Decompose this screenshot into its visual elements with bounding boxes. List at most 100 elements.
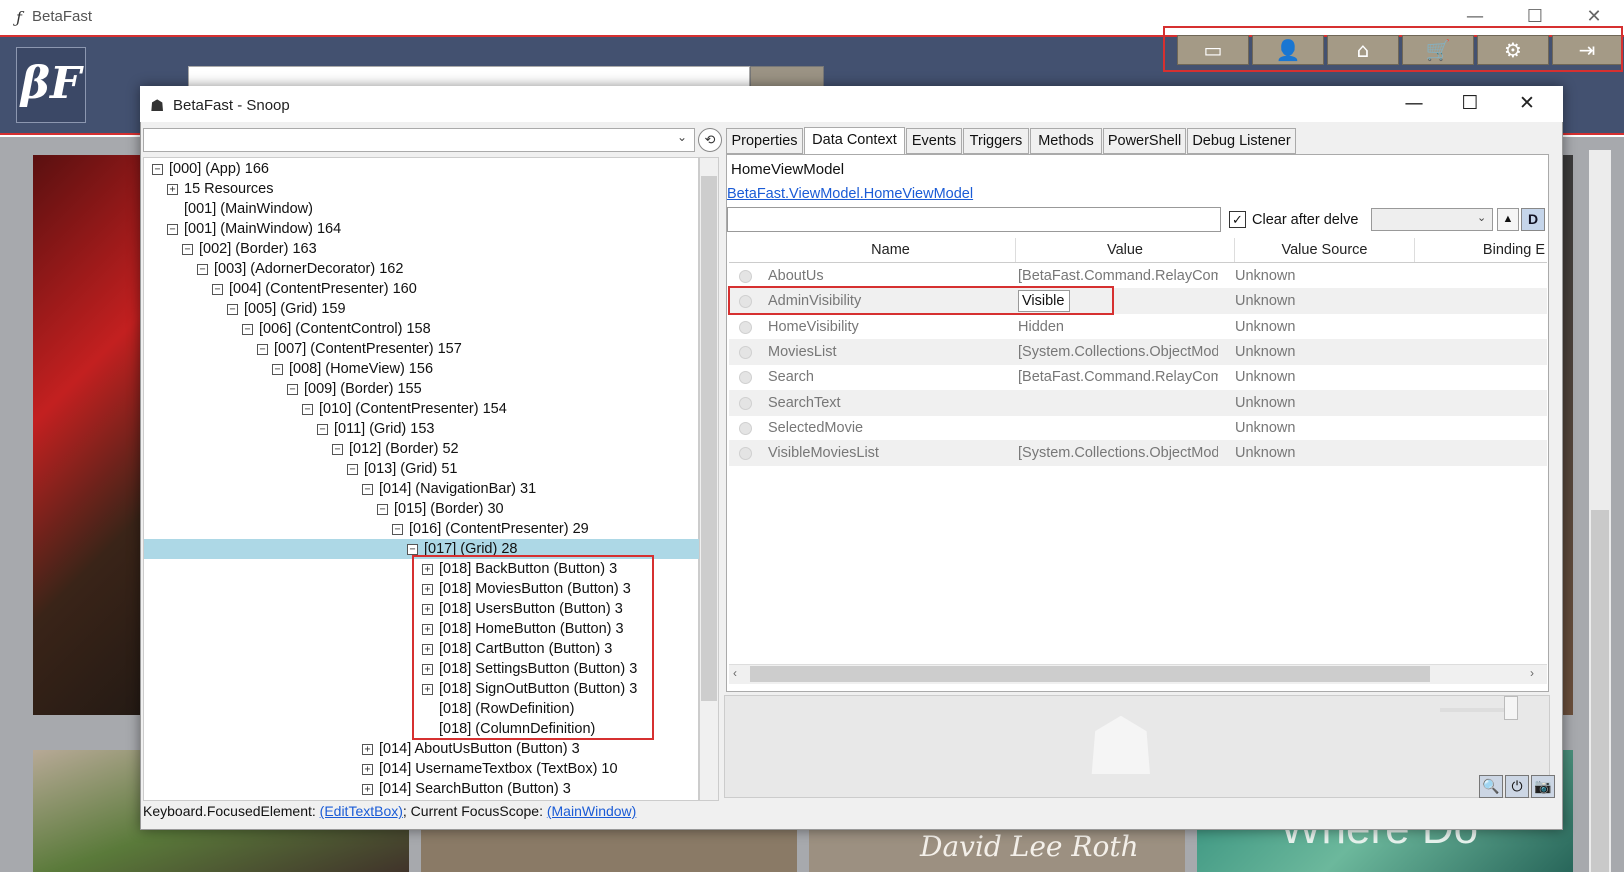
scroll-left-icon[interactable]: ‹ — [733, 666, 737, 680]
delve-dot-icon[interactable] — [739, 447, 752, 460]
delve-dot-icon[interactable] — [739, 270, 752, 283]
scroll-right-icon[interactable]: › — [1530, 666, 1534, 680]
minimize-button[interactable]: — — [1462, 6, 1488, 28]
tree-row[interactable]: − [006] (ContentControl) 158 — [242, 319, 431, 339]
magnify-icon[interactable]: 🔍 — [1479, 775, 1503, 798]
property-value[interactable]: Hidden — [1018, 314, 1218, 340]
expand-icon[interactable]: + — [362, 764, 373, 775]
collapse-icon[interactable]: − — [332, 444, 343, 455]
property-value[interactable]: [System.Collections.ObjectMod — [1018, 440, 1218, 466]
property-row[interactable]: SelectedMovie Unknown — [729, 415, 1547, 441]
close-button[interactable]: ✕ — [1581, 6, 1607, 28]
delve-dot-icon[interactable] — [739, 371, 752, 384]
camera-icon[interactable]: 📷 — [1531, 775, 1555, 798]
featured-poster[interactable] — [33, 155, 143, 715]
tab-events[interactable]: Events — [906, 128, 962, 154]
tree-row[interactable]: − [004] (ContentPresenter) 160 — [212, 279, 417, 299]
up-icon[interactable]: ▲ — [1497, 208, 1519, 231]
delve-dot-icon[interactable] — [739, 422, 752, 435]
tree-row[interactable]: − [001] (MainWindow) 164 — [167, 219, 341, 239]
collapse-icon[interactable]: − — [407, 544, 418, 555]
level-select[interactable] — [1371, 208, 1493, 231]
collapse-icon[interactable]: − — [227, 304, 238, 315]
tab-methods[interactable]: Methods — [1030, 128, 1102, 154]
property-row[interactable]: HomeVisibility Hidden Unknown — [729, 314, 1547, 340]
tree-row[interactable]: + [014] AboutUsButton (Button) 3 — [362, 739, 580, 759]
expand-icon[interactable]: + — [362, 784, 373, 795]
zoom-slider-thumb[interactable] — [1504, 696, 1518, 720]
property-filter-input[interactable] — [727, 207, 1221, 232]
tree-row[interactable]: − [008] (HomeView) 156 — [272, 359, 433, 379]
app-scroll-thumb[interactable] — [1591, 510, 1609, 872]
collapse-icon[interactable]: − — [377, 504, 388, 515]
tree-row[interactable]: [001] (MainWindow) — [184, 199, 313, 219]
delve-dot-icon[interactable] — [739, 397, 752, 410]
snoop-close-button[interactable]: ✕ — [1512, 92, 1542, 114]
maximize-button[interactable]: ☐ — [1522, 6, 1548, 28]
column-header-value-source[interactable]: Value Source — [1235, 238, 1415, 262]
tree-row[interactable]: − [009] (Border) 155 — [287, 379, 422, 399]
focus-scope-link[interactable]: (MainWindow) — [547, 803, 636, 819]
tab-data-context[interactable]: Data Context — [804, 127, 905, 155]
chevron-down-icon[interactable]: ⌄ — [1477, 211, 1486, 224]
tree-row[interactable]: − [015] (Border) 30 — [377, 499, 504, 519]
snoop-maximize-button[interactable]: ☐ — [1455, 92, 1485, 114]
tab-triggers[interactable]: Triggers — [963, 128, 1029, 154]
tree-row[interactable]: − [007] (ContentPresenter) 157 — [257, 339, 462, 359]
tree-row[interactable]: − [016] (ContentPresenter) 29 — [392, 519, 589, 539]
tree-row[interactable]: − [012] (Border) 52 — [332, 439, 459, 459]
collapse-icon[interactable]: − — [167, 224, 178, 235]
property-value[interactable]: [System.Collections.ObjectMod — [1018, 339, 1218, 365]
grid-hscroll-thumb[interactable] — [750, 666, 1430, 682]
refresh-icon[interactable]: ⟲ — [698, 128, 722, 152]
collapse-icon[interactable]: − — [212, 284, 223, 295]
tree-row[interactable]: − [011] (Grid) 153 — [317, 419, 434, 439]
delve-dot-icon[interactable] — [739, 346, 752, 359]
delve-dot-icon[interactable] — [739, 321, 752, 334]
model-type-link[interactable]: BetaFast.ViewModel.HomeViewModel — [727, 186, 973, 202]
power-icon[interactable]: ⏻ — [1505, 775, 1529, 798]
tree-row[interactable]: − [013] (Grid) 51 — [347, 459, 458, 479]
tree-row[interactable]: − [000] (App) 166 — [152, 159, 269, 179]
collapse-icon[interactable]: − — [257, 344, 268, 355]
collapse-icon[interactable]: − — [272, 364, 283, 375]
property-value[interactable]: [BetaFast.Command.RelayComi — [1018, 364, 1218, 390]
tree-row[interactable]: − [003] (AdornerDecorator) 162 — [197, 259, 403, 279]
tab-powershell[interactable]: PowerShell — [1103, 128, 1186, 154]
column-header-value[interactable]: Value — [1016, 238, 1235, 262]
column-header-name[interactable]: Name — [766, 238, 1016, 262]
collapse-icon[interactable]: − — [317, 424, 328, 435]
collapse-icon[interactable]: − — [392, 524, 403, 535]
collapse-icon[interactable]: − — [362, 484, 373, 495]
tab-properties[interactable]: Properties — [726, 128, 803, 154]
tab-debug-listener[interactable]: Debug Listener — [1187, 128, 1296, 154]
tree-scroll-thumb[interactable] — [701, 176, 717, 701]
tree-row[interactable]: − [010] (ContentPresenter) 154 — [302, 399, 507, 419]
collapse-icon[interactable]: − — [302, 404, 313, 415]
chevron-down-icon[interactable]: ⌄ — [677, 130, 687, 144]
default-value-toggle[interactable]: D — [1521, 208, 1545, 231]
collapse-icon[interactable]: − — [242, 324, 253, 335]
tree-row[interactable]: − [002] (Border) 163 — [182, 239, 317, 259]
tree-row[interactable]: − [005] (Grid) 159 — [227, 299, 346, 319]
collapse-icon[interactable]: − — [182, 244, 193, 255]
property-row[interactable]: SearchText Unknown — [729, 390, 1547, 416]
expand-icon[interactable]: + — [167, 184, 178, 195]
collapse-icon[interactable]: − — [197, 264, 208, 275]
collapse-icon[interactable]: − — [347, 464, 358, 475]
expand-icon[interactable]: + — [362, 744, 373, 755]
property-row[interactable]: VisibleMoviesList [System.Collections.Obj… — [729, 440, 1547, 466]
focused-element-link[interactable]: (EditTextBox) — [320, 803, 403, 819]
tree-row[interactable]: − [014] (NavigationBar) 31 — [362, 479, 536, 499]
snoop-minimize-button[interactable]: — — [1399, 92, 1429, 114]
tree-row[interactable]: + [014] UsernameTextbox (TextBox) 10 — [362, 759, 618, 779]
clear-after-delve-checkbox[interactable]: ✓ — [1229, 211, 1246, 228]
element-search-combo[interactable] — [143, 128, 695, 152]
tree-row[interactable]: + [014] SearchButton (Button) 3 — [362, 779, 571, 799]
collapse-icon[interactable]: − — [287, 384, 298, 395]
property-row[interactable]: Search [BetaFast.Command.RelayComi Unknown — [729, 364, 1547, 390]
tree-row[interactable]: +15 Resources — [167, 179, 273, 199]
collapse-icon[interactable]: − — [152, 164, 163, 175]
property-row[interactable]: MoviesList [System.Collections.ObjectMod U… — [729, 339, 1547, 365]
column-header-binding[interactable]: Binding E — [1415, 238, 1547, 262]
